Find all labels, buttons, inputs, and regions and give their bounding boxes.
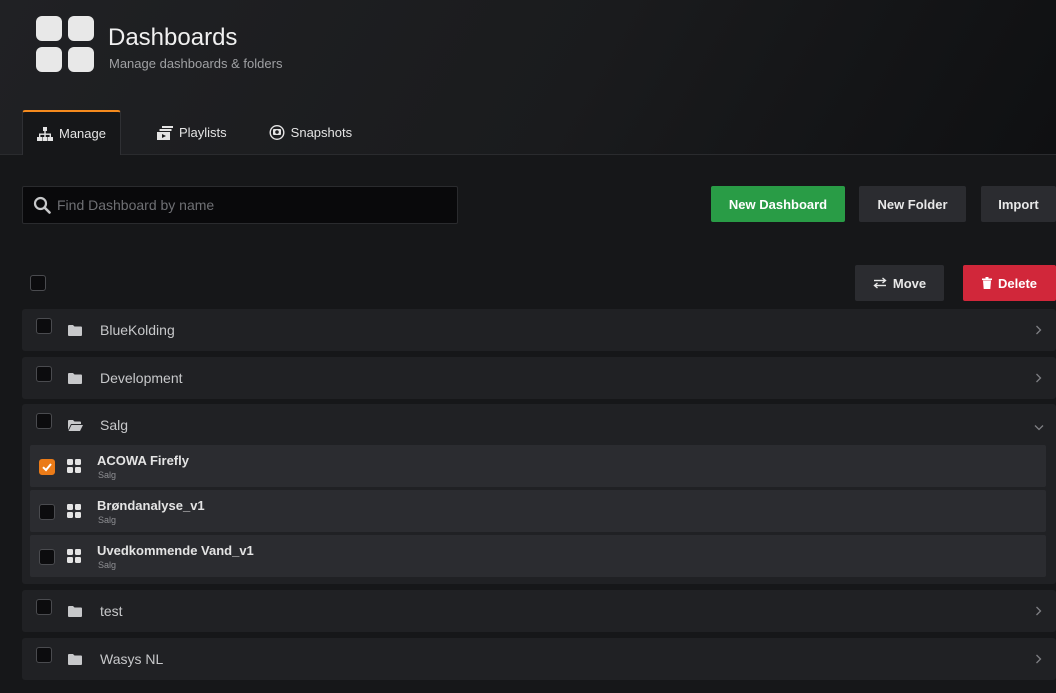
tab-snapshots[interactable]: Snapshots <box>257 110 364 155</box>
folder-row-wasys-nl[interactable]: Wasys NL <box>22 638 1056 680</box>
folder-row-salg: Salg ACOWA Firefly Salg Brøndanalyse_v1 … <box>22 404 1056 584</box>
folder-icon <box>68 652 82 670</box>
dashboard-row-acowa-firefly[interactable]: ACOWA Firefly Salg <box>30 445 1046 487</box>
search-icon <box>33 196 51 214</box>
dashboard-folder-label: Salg <box>98 560 117 570</box>
folder-row-bluekolding[interactable]: BlueKolding <box>22 309 1056 351</box>
folder-checkbox[interactable] <box>36 318 52 334</box>
folder-icon <box>68 371 82 389</box>
tab-playlists[interactable]: Playlists <box>145 110 239 155</box>
folder-name[interactable]: Salg <box>100 417 128 433</box>
move-button-label: Move <box>892 275 927 291</box>
dashboard-icon <box>67 459 81 478</box>
folder-checkbox[interactable] <box>36 366 52 382</box>
move-button[interactable]: Move <box>855 265 944 301</box>
folder-open-icon <box>68 418 83 436</box>
dashboard-grid-icon <box>36 16 94 72</box>
exchange-icon <box>873 277 887 289</box>
folder-name: test <box>100 603 123 619</box>
dashboard-checkbox[interactable] <box>39 459 55 475</box>
chevron-down-icon[interactable] <box>1034 418 1044 436</box>
dashboard-title: Uvedkommende Vand_v1 <box>97 543 254 558</box>
folder-name: BlueKolding <box>100 322 175 338</box>
dashboard-folder-label: Salg <box>98 470 117 480</box>
select-all-checkbox[interactable] <box>30 275 46 291</box>
playlist-icon <box>156 125 173 140</box>
sitemap-icon <box>37 126 53 141</box>
folder-icon <box>68 604 82 622</box>
folder-name: Wasys NL <box>100 651 164 667</box>
dashboard-row-brondanalyse[interactable]: Brøndanalyse_v1 Salg <box>30 490 1046 532</box>
dashboard-icon <box>67 549 81 568</box>
page-subtitle: Manage dashboards & folders <box>109 56 283 71</box>
dashboard-title: ACOWA Firefly <box>97 453 189 468</box>
dashboard-checkbox[interactable] <box>39 504 55 520</box>
folder-row-test[interactable]: test <box>22 590 1056 632</box>
chevron-right-icon <box>1035 370 1042 386</box>
delete-button[interactable]: Delete <box>963 265 1056 301</box>
dashboard-row-uvedkommende-vand[interactable]: Uvedkommende Vand_v1 Salg <box>30 535 1046 577</box>
dashboard-folder-label: Salg <box>98 515 117 525</box>
folder-name: Development <box>100 370 183 386</box>
delete-button-label: Delete <box>997 275 1038 291</box>
tab-manage[interactable]: Manage <box>22 110 121 155</box>
chevron-right-icon <box>1035 322 1042 338</box>
trash-icon <box>981 277 992 289</box>
folder-row-development[interactable]: Development <box>22 357 1056 399</box>
dashboard-icon <box>67 504 81 523</box>
chevron-right-icon <box>1035 651 1042 667</box>
dashboard-checkbox[interactable] <box>39 549 55 565</box>
snapshot-icon <box>269 125 285 140</box>
search-box <box>22 186 458 224</box>
folder-icon <box>68 323 82 341</box>
tab-snapshots-label: Snapshots <box>290 125 353 140</box>
tab-manage-label: Manage <box>59 126 106 141</box>
import-button[interactable]: Import <box>981 186 1056 222</box>
folder-checkbox[interactable] <box>36 413 52 429</box>
page-header: Dashboards Manage dashboards & folders M… <box>0 0 1056 155</box>
page-title: Dashboards <box>108 24 238 51</box>
chevron-right-icon <box>1035 603 1042 619</box>
tab-playlists-label: Playlists <box>178 125 227 140</box>
search-input[interactable] <box>57 197 437 213</box>
folder-checkbox[interactable] <box>36 599 52 615</box>
folder-checkbox[interactable] <box>36 647 52 663</box>
new-dashboard-button[interactable]: New Dashboard <box>711 186 845 222</box>
new-folder-button[interactable]: New Folder <box>859 186 966 222</box>
dashboard-title: Brøndanalyse_v1 <box>97 498 205 513</box>
tab-bar: Manage Playlists Snapshots <box>22 110 364 155</box>
